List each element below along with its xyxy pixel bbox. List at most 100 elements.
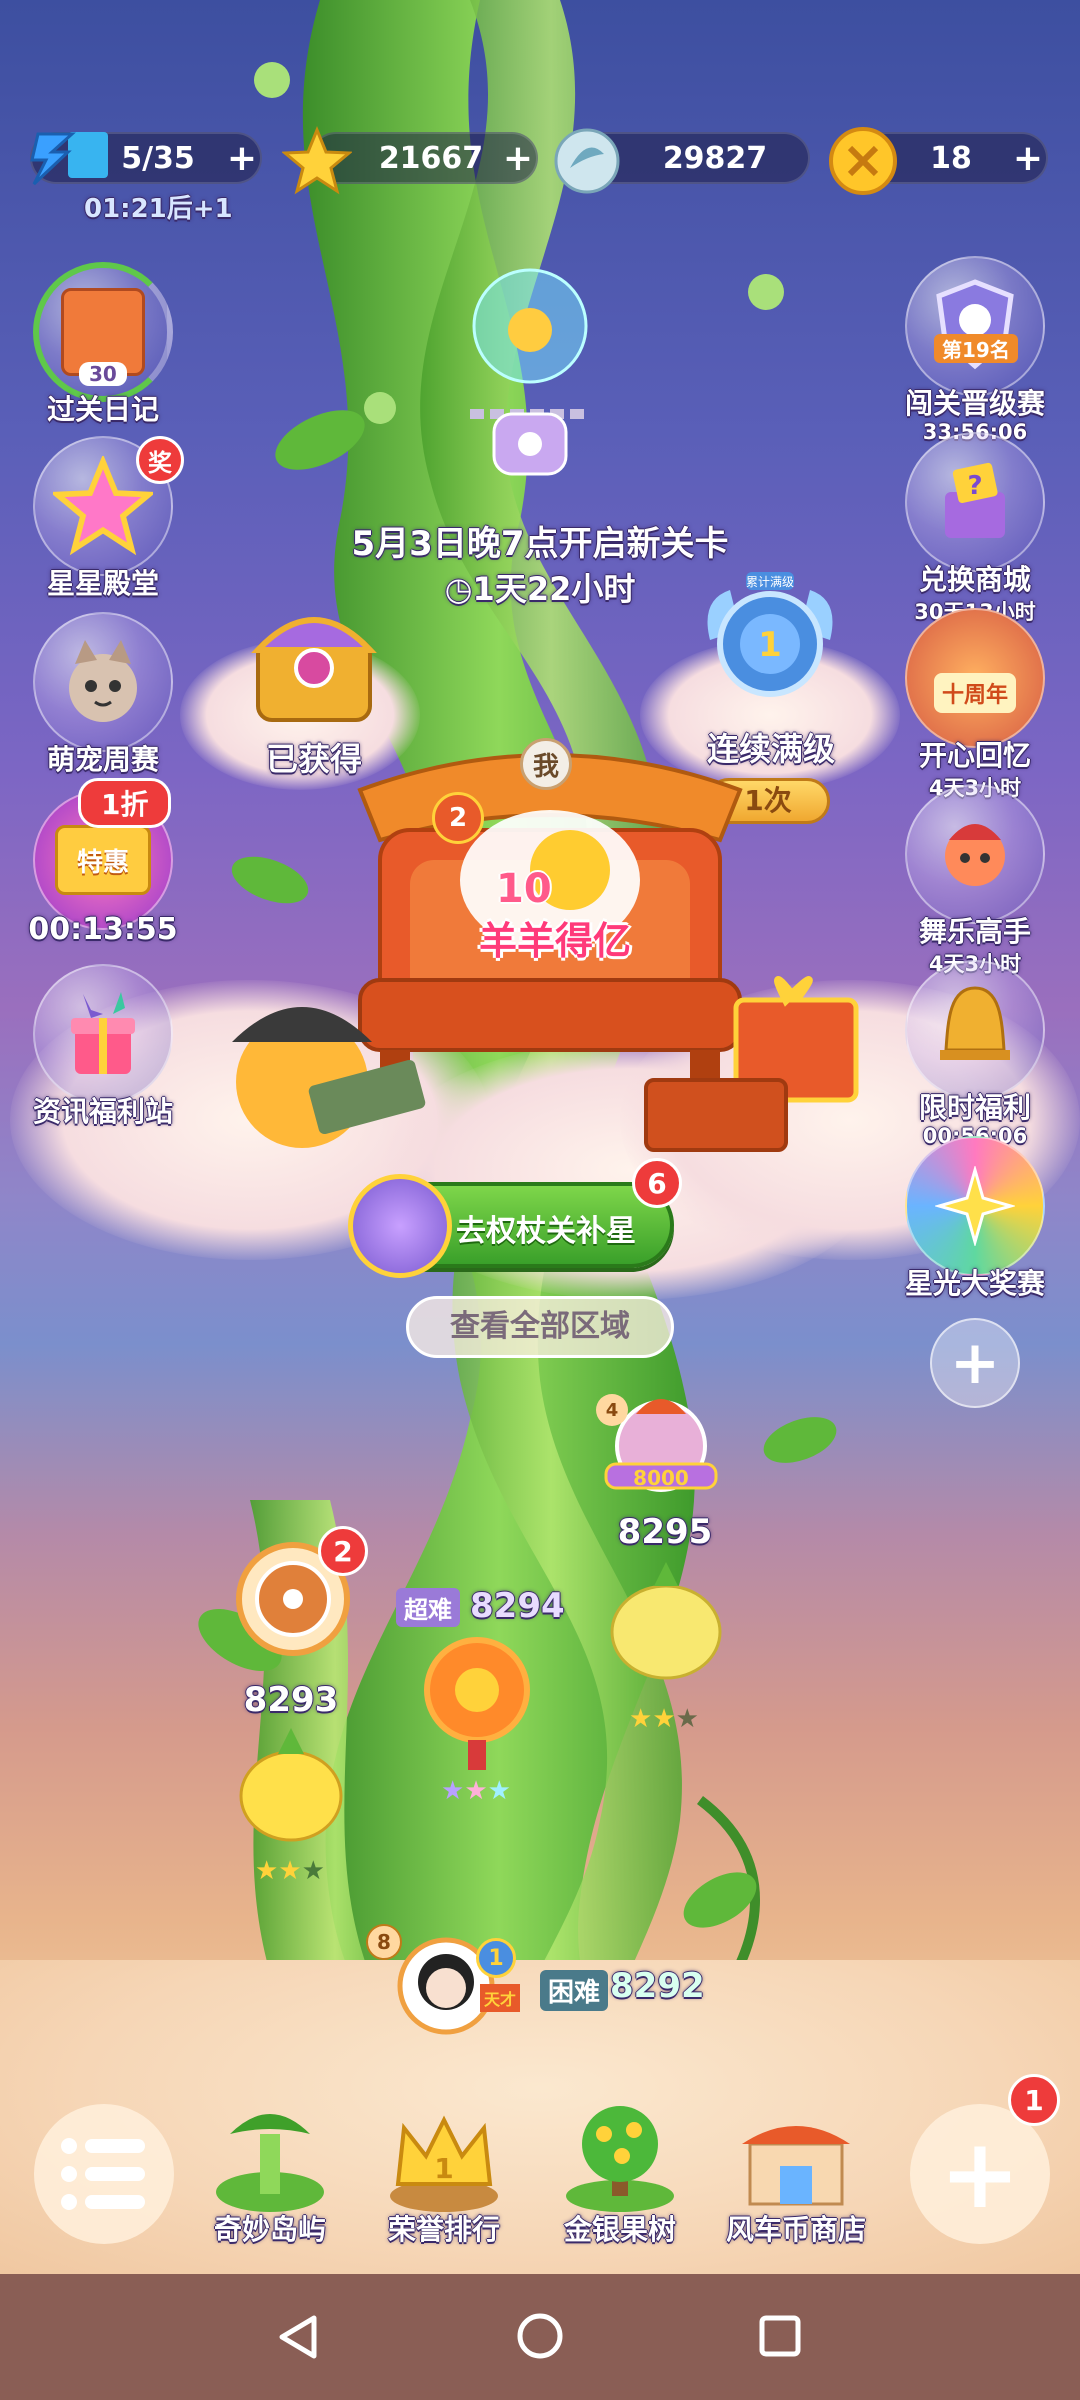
plus-badge: 1 — [1008, 2074, 1060, 2126]
pet-badge: 4 — [596, 1394, 628, 1426]
level-stars: ★★★ — [629, 1704, 699, 1734]
energy-plus-button[interactable]: + — [224, 138, 260, 179]
discount-badge: 1折 — [78, 778, 172, 828]
me-marker: 我 — [520, 738, 572, 790]
shop-icon — [736, 2104, 856, 2214]
view-all-areas-button[interactable]: 查看全部区域 — [406, 1296, 674, 1358]
svg-text:?: ? — [967, 471, 982, 501]
anniversary-tag: 十周年 — [933, 673, 1016, 713]
menu-label: 开心回忆 — [918, 739, 1031, 772]
star-icon — [282, 126, 352, 195]
gem-value: 29827 — [662, 140, 768, 176]
countdown-value: 1天22小时 — [472, 570, 636, 608]
home-icon[interactable] — [516, 2312, 564, 2360]
menu-label: 星光大奖赛 — [904, 1267, 1045, 1300]
coin-plus-button[interactable]: + — [1010, 138, 1046, 179]
back-icon[interactable] — [276, 2314, 320, 2360]
menu-happy-memories[interactable]: 十周年 开心回忆 4天3小时 — [900, 608, 1050, 802]
pet-score: 8000 — [633, 1466, 689, 1490]
rank-tag: 第19名 — [934, 334, 1018, 363]
pet-avatar: 4 8000 — [596, 1384, 726, 1504]
menu-label: 闯关晋级赛 — [904, 387, 1045, 420]
menu-label: 资讯福利站 — [32, 1095, 173, 1128]
coin-value: 18 — [930, 140, 972, 176]
clock-icon: ◷ — [444, 570, 473, 608]
locked-stage-icon[interactable] — [460, 264, 600, 514]
menu-news-welfare[interactable]: 资讯福利站 — [28, 964, 178, 1130]
wheel-badge: 2 — [318, 1526, 368, 1576]
gift-boxes-icon — [644, 976, 859, 1152]
list-icon — [61, 2138, 145, 2210]
energy-icon — [30, 132, 108, 186]
menu-dance-master[interactable]: 舞乐高手 4天3小时 — [900, 784, 1050, 978]
player-avatar[interactable]: 8 1 天才 — [366, 1912, 526, 2042]
difficulty-tag: 困难 — [540, 1970, 609, 2011]
svg-text:1: 1 — [434, 2152, 453, 2185]
star-plus-button[interactable]: + — [500, 138, 536, 179]
diary-badge: 30 — [79, 362, 127, 386]
menu-label: 舞乐高手 — [918, 915, 1031, 948]
menu-label: 过关日记 — [46, 393, 159, 426]
level-node-8293[interactable] — [236, 1720, 346, 1850]
nav-windmill-shop[interactable]: 风车币商店 — [716, 2104, 876, 2248]
anniversary-icon: 十周年 — [905, 608, 1045, 748]
menu-label: 萌宠周赛 — [46, 743, 159, 776]
menu-level-tournament[interactable]: 第19名 闯关晋级赛 33:56:06 — [900, 256, 1050, 444]
recents-icon[interactable] — [758, 2314, 802, 2358]
nav-honor-rank[interactable]: 1 荣誉排行 — [364, 2104, 524, 2248]
offer-label: 特惠 — [55, 825, 151, 895]
coin-icon — [829, 127, 897, 195]
dancer-icon — [905, 784, 1045, 924]
scepter-label: 去权杖关补星 — [456, 1214, 636, 1249]
scepter-badge: 6 — [632, 1158, 682, 1208]
gem-icon — [554, 128, 620, 194]
menu-starlight-contest[interactable]: 星光大奖赛 — [900, 1136, 1050, 1302]
island-icon — [210, 2104, 330, 2214]
more-menu-button[interactable]: + — [930, 1318, 1020, 1408]
avatar-badge: 8 — [366, 1924, 402, 1960]
menu-list-button[interactable] — [34, 2104, 174, 2244]
new-stage-notice: 5月3日晚7点开启新关卡 — [351, 524, 729, 564]
streak-level: 1 — [758, 625, 782, 665]
menu-label: 限时福利 — [918, 1091, 1031, 1124]
scepter-replay-button[interactable]: 去权杖关补星 — [348, 1174, 674, 1278]
level-number: 8295 — [617, 1512, 713, 1552]
menu-clear-diary[interactable]: 30 过关日记 — [28, 262, 178, 428]
diary-icon: 30 — [33, 262, 173, 402]
medal-icon: 1 — [476, 1938, 516, 1978]
menu-limited-welfare[interactable]: 限时福利 00:56:06 — [900, 960, 1050, 1148]
cat-icon — [33, 612, 173, 752]
countdown: ◷1天22小时 — [0, 564, 1080, 610]
throne-rank: 2 — [432, 792, 484, 844]
throne-number: 10 — [496, 866, 552, 912]
level-node-8294[interactable] — [412, 1630, 542, 1780]
menu-special-offer[interactable]: 特惠 1折 00:13:55 — [28, 778, 178, 947]
level-node-8295[interactable] — [606, 1552, 726, 1692]
level-number: 8294 — [470, 1586, 565, 1626]
nav-wonder-island[interactable]: 奇妙岛屿 — [190, 2104, 350, 2248]
bell-icon — [905, 960, 1045, 1100]
difficulty-tag: 超难 — [396, 1588, 460, 1627]
starlight-icon — [905, 1136, 1045, 1276]
menu-pet-weekly[interactable]: 萌宠周赛 — [28, 612, 178, 778]
level-stars: ★★★ — [441, 1776, 511, 1806]
throne-title: 羊羊得亿 — [478, 919, 631, 963]
genius-tag: 天才 — [480, 1984, 521, 2012]
chick-scholar-icon — [232, 1007, 426, 1148]
streak-tag: 累计满级 — [746, 575, 794, 589]
tree-icon — [560, 2104, 680, 2214]
offer-timer: 00:13:55 — [28, 912, 178, 947]
system-nav-bar — [0, 2274, 1080, 2400]
star-value: 21667 — [378, 140, 484, 176]
crown-icon: 1 — [384, 2104, 504, 2214]
reward-badge: 奖 — [136, 436, 184, 484]
energy-timer: 01:21后+1 — [84, 194, 233, 224]
treasure-chest-icon[interactable] — [244, 590, 384, 730]
nav-money-tree[interactable]: 金银果树 — [540, 2104, 700, 2248]
scepter-icon — [348, 1174, 452, 1278]
streak-medal-icon[interactable]: 1 累计满级 — [700, 570, 840, 720]
gift-icon — [33, 964, 173, 1104]
level-number: 8293 — [243, 1680, 339, 1720]
shield-icon — [905, 256, 1045, 396]
level-stars: ★★★ — [255, 1856, 325, 1886]
